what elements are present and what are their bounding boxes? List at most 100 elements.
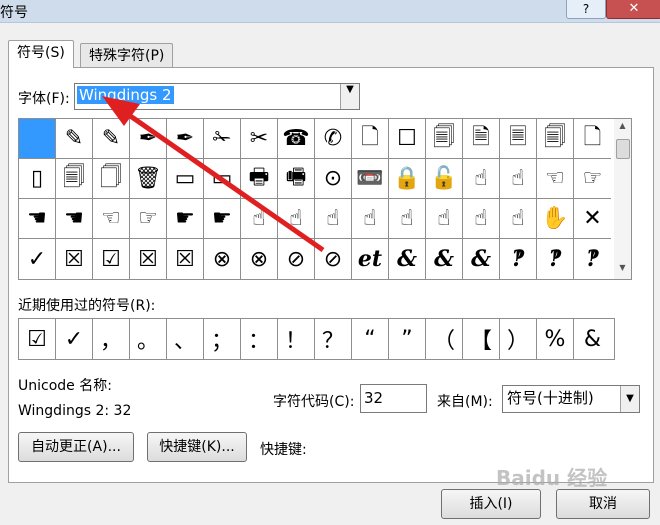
symbol-cell[interactable]: ☒	[167, 239, 204, 279]
font-select[interactable]: Wingdings 2 ▼	[74, 83, 360, 110]
symbol-cell[interactable]: ☚	[19, 199, 56, 239]
symbol-cell[interactable]: &	[389, 239, 426, 279]
symbol-cell[interactable]: 🖷	[278, 159, 315, 199]
symbol-cell[interactable]: 🗎	[463, 119, 500, 159]
shortcut-key-button[interactable]: 快捷键(K)...	[147, 432, 247, 462]
scroll-up-icon[interactable]: ▲	[614, 121, 631, 135]
recent-symbol-cell[interactable]: %	[537, 319, 574, 359]
symbol-cell[interactable]: ☎	[278, 119, 315, 159]
symbol-cell[interactable]: ⊗	[204, 239, 241, 279]
symbol-cell[interactable]: ✎	[56, 119, 93, 159]
symbol-cell[interactable]: ☜	[537, 159, 574, 199]
symbol-cell[interactable]: ▭	[167, 159, 204, 199]
scroll-thumb[interactable]	[616, 139, 630, 159]
symbol-cell[interactable]: ✒	[167, 119, 204, 159]
symbol-cell[interactable]: ☒	[130, 239, 167, 279]
symbol-cell[interactable]: ✎	[93, 119, 130, 159]
symbol-cell[interactable]	[19, 119, 56, 159]
symbol-cell[interactable]: ☝	[426, 199, 463, 239]
symbol-cell[interactable]: ☞	[130, 199, 167, 239]
recent-symbol-cell[interactable]: 。	[130, 319, 167, 359]
recent-symbol-cell[interactable]: ；	[204, 319, 241, 359]
symbol-cell[interactable]: ‽	[537, 239, 574, 279]
symbol-cell[interactable]: 🗑	[130, 159, 167, 199]
symbol-cell[interactable]: ▭	[204, 159, 241, 199]
recent-symbol-cell[interactable]: ）	[500, 319, 537, 359]
symbol-cell[interactable]: ✁	[204, 119, 241, 159]
symbol-cell[interactable]: 🗍	[93, 159, 130, 199]
symbol-cell[interactable]: ✒	[130, 119, 167, 159]
help-button[interactable]: ?	[566, 0, 606, 19]
symbol-cell[interactable]: ✕	[574, 199, 611, 239]
symbol-cell[interactable]: ✆	[315, 119, 352, 159]
symbol-cell[interactable]: ☛	[204, 199, 241, 239]
symbol-cell[interactable]: ‽	[500, 239, 537, 279]
tab-symbols[interactable]: 符号(S)	[8, 40, 74, 68]
symbol-cell[interactable]: ☚	[56, 199, 93, 239]
recent-symbols-grid[interactable]: ☑ ✓，。、；：！？ “” （【）% &	[18, 318, 615, 360]
symbol-cell[interactable]: ☛	[167, 199, 204, 239]
symbol-cell[interactable]: ✂	[241, 119, 278, 159]
symbol-cell[interactable]: ☝	[278, 199, 315, 239]
recent-symbol-cell[interactable]: ，	[93, 319, 130, 359]
from-select[interactable]: 符号(十进制) ▼	[502, 385, 640, 413]
symbol-cell[interactable]: ☐	[389, 119, 426, 159]
scroll-down-icon[interactable]: ▼	[614, 263, 631, 277]
recent-symbol-cell[interactable]: 、	[167, 319, 204, 359]
recent-symbol-cell[interactable]: ？	[315, 319, 352, 359]
symbol-cell[interactable]: ☝	[463, 199, 500, 239]
recent-symbol-cell[interactable]: ☑	[19, 319, 56, 359]
symbol-cell[interactable]: ☒	[56, 239, 93, 279]
symbol-cell[interactable]: ☞	[574, 159, 611, 199]
symbol-grid-scrollbar[interactable]: ▲ ▼	[614, 118, 632, 280]
recent-symbol-cell[interactable]: “	[352, 319, 389, 359]
symbol-cell[interactable]: 🗋	[574, 119, 611, 159]
symbol-cell[interactable]: &	[426, 239, 463, 279]
symbol-cell[interactable]: ☑	[93, 239, 130, 279]
recent-symbol-cell[interactable]: （	[426, 319, 463, 359]
recent-symbol-cell[interactable]: ！	[278, 319, 315, 359]
symbol-cell[interactable]: 🗏	[500, 119, 537, 159]
symbol-cell[interactable]: 🔓	[426, 159, 463, 199]
symbol-cell[interactable]: ⊙	[315, 159, 352, 199]
symbol-cell[interactable]: ☝	[500, 159, 537, 199]
chevron-down-icon[interactable]: ▼	[620, 386, 639, 412]
symbol-cell[interactable]: 🖶	[241, 159, 278, 199]
symbol-cell[interactable]: ☝	[315, 199, 352, 239]
symbol-cell[interactable]: 🗐	[56, 159, 93, 199]
tab-special-characters[interactable]: 特殊字符(P)	[80, 43, 174, 68]
recent-symbol-cell[interactable]: &	[574, 319, 611, 359]
autocorrect-button[interactable]: 自动更正(A)...	[18, 432, 134, 462]
symbol-cell[interactable]: ☝	[500, 199, 537, 239]
symbol-cell[interactable]: 🗐	[537, 119, 574, 159]
font-label: 字体(F):	[18, 91, 70, 107]
symbol-cell[interactable]: ☜	[93, 199, 130, 239]
recent-symbol-cell[interactable]: 【	[463, 319, 500, 359]
recent-symbol-cell[interactable]: ：	[241, 319, 278, 359]
symbol-cell[interactable]: ‽	[574, 239, 611, 279]
symbol-cell[interactable]: ☝	[463, 159, 500, 199]
cancel-button[interactable]: 取消	[556, 489, 650, 519]
symbol-cell[interactable]: 🗋	[352, 119, 389, 159]
symbol-cell[interactable]: ☝	[241, 199, 278, 239]
symbol-cell[interactable]: ⊗	[241, 239, 278, 279]
close-button[interactable]: ✕	[606, 0, 660, 19]
symbol-cell[interactable]: ☝	[389, 199, 426, 239]
symbol-cell[interactable]: ✓	[19, 239, 56, 279]
symbol-cell[interactable]: 🗐	[426, 119, 463, 159]
symbol-cell[interactable]: 🔒	[389, 159, 426, 199]
symbol-grid[interactable]: ✎ ✎ ✒ ✒ ✁ ✂ ☎ ✆ 🗋 ☐ 🗐 🗎 🗏 🗐 🗋 ▯ 🗐 🗍 🗑 ▭ ▭ 🖶 🖷 ⊙ 📼 🔒 🔓 ☝ ☝ ☜ ☞ ☚ ☚ ☜ ☞ ☛ ☛ ☝ ☝ ☝…	[18, 118, 616, 280]
symbol-cell[interactable]: &	[463, 239, 500, 279]
char-code-input[interactable]: 32	[360, 384, 427, 413]
recent-symbol-cell[interactable]: ”	[389, 319, 426, 359]
symbol-cell[interactable]: ⊘	[315, 239, 352, 279]
symbol-cell[interactable]: et	[352, 239, 389, 279]
symbol-cell[interactable]: ✋	[537, 199, 574, 239]
chevron-down-icon[interactable]: ▼	[340, 84, 359, 109]
symbol-cell[interactable]: 📼	[352, 159, 389, 199]
symbol-cell[interactable]: ▯	[19, 159, 56, 199]
insert-button[interactable]: 插入(I)	[441, 489, 541, 519]
symbol-cell[interactable]: ☝	[352, 199, 389, 239]
symbol-cell[interactable]: ⊘	[278, 239, 315, 279]
recent-symbol-cell[interactable]: ✓	[56, 319, 93, 359]
